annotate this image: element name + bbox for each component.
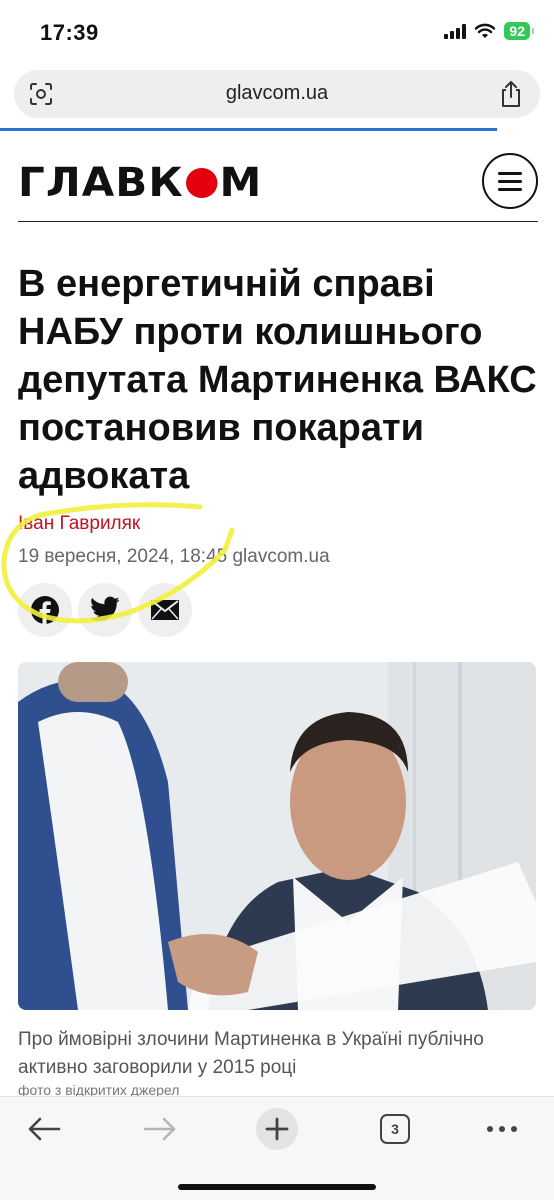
share-twitter-button[interactable] [78, 583, 132, 637]
share-facebook-button[interactable] [18, 583, 72, 637]
arrow-right-icon [143, 1117, 176, 1141]
new-tab-button[interactable] [255, 1107, 299, 1151]
menu-button[interactable] [482, 153, 538, 209]
status-time: 17:39 [40, 20, 99, 45]
facebook-icon [31, 596, 59, 624]
article-photo[interactable] [18, 662, 536, 1010]
status-icons: 92 [444, 22, 534, 40]
address-bar[interactable]: glavcom.ua [14, 70, 540, 118]
more-dots-icon [487, 1126, 517, 1132]
menu-icon-line [498, 187, 522, 191]
share-mail-button[interactable] [138, 583, 192, 637]
photo-illustration [18, 662, 536, 1010]
menu-icon-line [498, 179, 522, 183]
url-text[interactable]: glavcom.ua [14, 82, 540, 105]
forward-button[interactable] [138, 1107, 182, 1151]
article-title: В енергетичній справі НАБУ проти колишнь… [18, 263, 537, 497]
arrow-left-icon [28, 1117, 61, 1141]
tabs-button[interactable]: 3 [378, 1107, 412, 1151]
photo-caption: Про ймовірні злочини Мартиненка в Україн… [18, 1029, 484, 1078]
article-author[interactable]: Іван Гавриляк [18, 513, 140, 535]
logo-dot [185, 168, 218, 198]
article-meta: 19 вересня, 2024, 18:45 glavcom.ua [18, 546, 330, 567]
signal-icon [444, 23, 467, 39]
tabs-count: 3 [380, 1114, 410, 1144]
logo-text-left: ГЛАВК [18, 160, 184, 206]
logo-text-right: М [219, 160, 263, 206]
status-bar: 17:39 92 [0, 0, 554, 64]
mail-icon [151, 600, 179, 620]
share-icon[interactable] [500, 80, 522, 108]
battery-icon: 92 [504, 22, 534, 40]
battery-level: 92 [509, 23, 525, 39]
twitter-icon [90, 596, 120, 621]
home-indicator[interactable] [178, 1184, 376, 1190]
site-logo[interactable]: ГЛАВК М [18, 160, 262, 206]
wifi-icon [475, 23, 496, 38]
share-bar [18, 583, 192, 637]
back-button[interactable] [22, 1107, 66, 1151]
page-load-progress [0, 128, 497, 131]
menu-icon-line [498, 171, 522, 175]
more-button[interactable] [480, 1107, 524, 1151]
plus-icon [256, 1108, 298, 1150]
site-header: ГЛАВК М [18, 146, 538, 222]
